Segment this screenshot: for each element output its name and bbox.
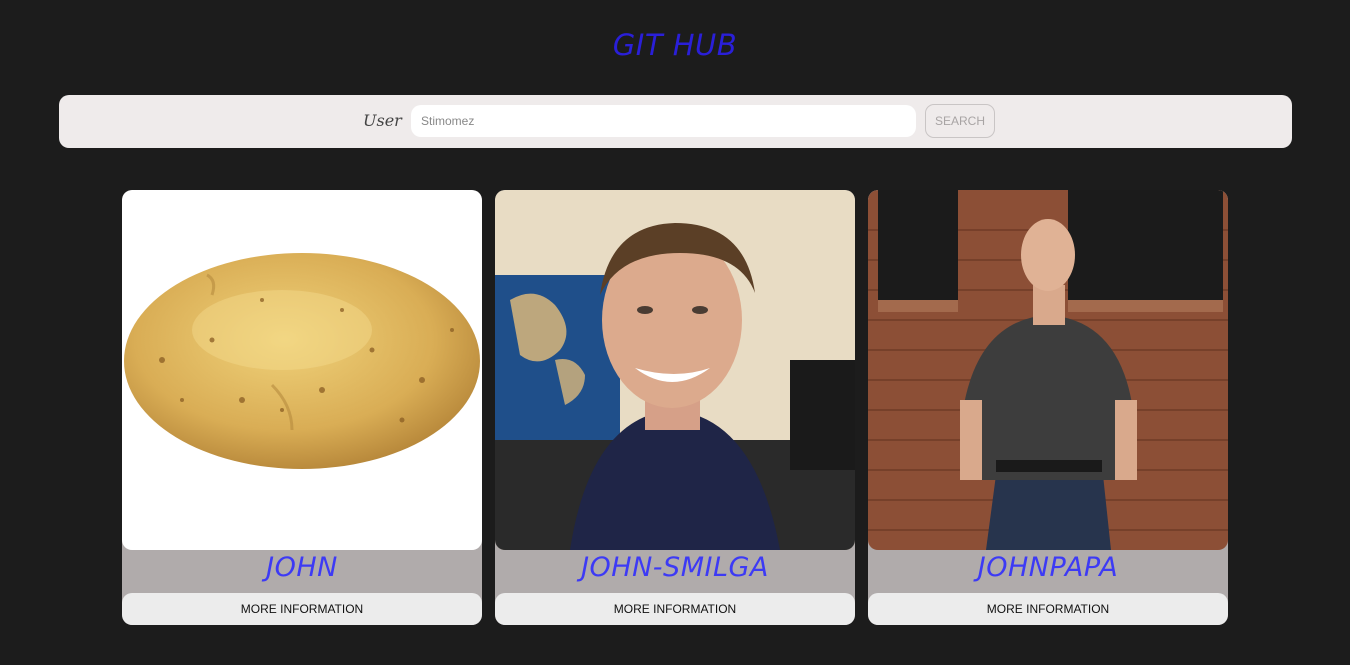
smiling-man-image (495, 190, 855, 550)
user-card: JOHNPAPA MORE INFORMATION (868, 190, 1228, 625)
user-name: JOHN (266, 552, 338, 583)
user-name: JOHN-SMILGA (581, 552, 769, 583)
more-information-button[interactable]: MORE INFORMATION (122, 593, 482, 625)
more-information-button[interactable]: MORE INFORMATION (868, 593, 1228, 625)
user-card: JOHN-SMILGA MORE INFORMATION (495, 190, 855, 625)
potato-image (122, 190, 482, 550)
search-input[interactable] (411, 105, 916, 137)
more-information-button[interactable]: MORE INFORMATION (495, 593, 855, 625)
user-avatar[interactable] (868, 190, 1228, 550)
user-name: JOHNPAPA (977, 552, 1119, 583)
standing-man-image (868, 190, 1228, 550)
search-label: User (363, 111, 402, 130)
user-avatar[interactable] (495, 190, 855, 550)
page-title: GIT HUB (612, 28, 738, 62)
user-card: JOHN MORE INFORMATION (122, 190, 482, 625)
search-bar: User SEARCH (59, 95, 1292, 148)
user-avatar[interactable] (122, 190, 482, 550)
search-button[interactable]: SEARCH (925, 104, 995, 138)
